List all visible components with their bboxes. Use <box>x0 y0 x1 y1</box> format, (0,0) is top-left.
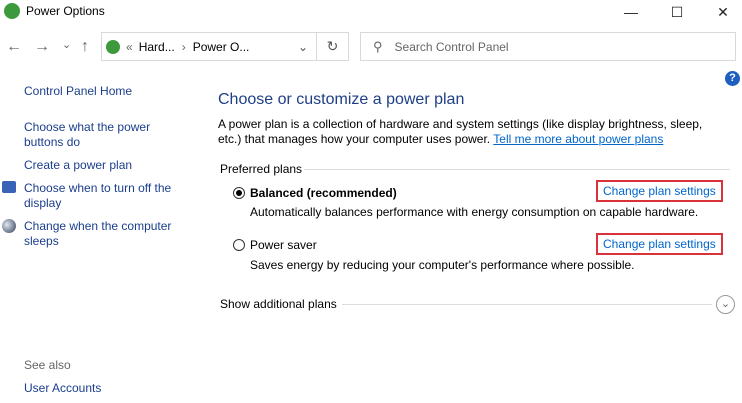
plan-power-saver[interactable]: Power saver <box>233 238 317 252</box>
search-placeholder: Search Control Panel <box>394 39 509 54</box>
plan-name: Power saver <box>250 238 317 252</box>
up-arrow-icon[interactable]: ↑ <box>81 38 89 56</box>
expand-chevron-icon[interactable]: ⌄ <box>716 295 735 314</box>
change-plan-settings-balanced[interactable]: Change plan settings <box>596 180 723 202</box>
breadcrumb-separator: › <box>181 39 186 54</box>
plan-name: Balanced (recommended) <box>250 186 397 200</box>
power-options-icon <box>106 39 120 54</box>
maximize-button[interactable]: ☐ <box>654 0 700 24</box>
close-button[interactable]: ✕ <box>700 0 742 24</box>
minimize-button[interactable]: — <box>608 0 654 24</box>
sidebar-display-off[interactable]: Choose when to turn off the display <box>24 181 184 211</box>
recent-locations-icon[interactable]: ⌄ <box>62 38 71 51</box>
display-clock-icon <box>2 181 16 193</box>
change-plan-settings-power-saver[interactable]: Change plan settings <box>596 233 723 255</box>
breadcrumb-hardware[interactable]: Hard... <box>139 40 175 54</box>
breadcrumb-power-options[interactable]: Power O... <box>193 40 250 54</box>
sidebar-create-plan[interactable]: Create a power plan <box>24 158 132 173</box>
sidebar-control-panel-home[interactable]: Control Panel Home <box>24 84 132 99</box>
refresh-button[interactable]: ↻ <box>317 32 349 61</box>
radio-balanced[interactable] <box>233 187 245 199</box>
forward-arrow-icon[interactable]: → <box>34 38 50 56</box>
search-input[interactable]: ⚲ Search Control Panel <box>360 32 736 61</box>
plan-balanced[interactable]: Balanced (recommended) <box>233 186 397 200</box>
back-arrow-icon[interactable]: ← <box>6 38 22 56</box>
chevron-down-icon[interactable]: ⌄ <box>298 40 308 54</box>
breadcrumb-overflow[interactable]: « <box>126 40 133 54</box>
sleep-moon-icon <box>2 219 16 233</box>
divider <box>342 304 712 305</box>
see-also-label: See also <box>24 358 71 372</box>
search-icon: ⚲ <box>373 38 383 54</box>
help-button[interactable]: ? <box>725 71 740 86</box>
radio-power-saver[interactable] <box>233 239 245 251</box>
divider <box>304 169 730 170</box>
preferred-plans-label: Preferred plans <box>220 162 303 176</box>
tell-me-more-link[interactable]: Tell me more about power plans <box>493 132 663 146</box>
power-options-app-icon <box>4 3 20 19</box>
show-additional-plans[interactable]: Show additional plans <box>220 297 337 311</box>
see-also-user-accounts[interactable]: User Accounts <box>24 381 101 396</box>
plan-description: Automatically balances performance with … <box>250 205 699 219</box>
window-title: Power Options <box>26 4 105 18</box>
intro-text: A power plan is a collection of hardware… <box>218 117 728 147</box>
page-heading: Choose or customize a power plan <box>218 91 465 108</box>
sidebar-power-buttons[interactable]: Choose what the power buttons do <box>24 120 164 150</box>
sidebar-computer-sleeps[interactable]: Change when the computer sleeps <box>24 219 184 249</box>
plan-description: Saves energy by reducing your computer's… <box>250 258 635 272</box>
address-bar[interactable]: « Hard... › Power O... ⌄ <box>101 32 317 61</box>
